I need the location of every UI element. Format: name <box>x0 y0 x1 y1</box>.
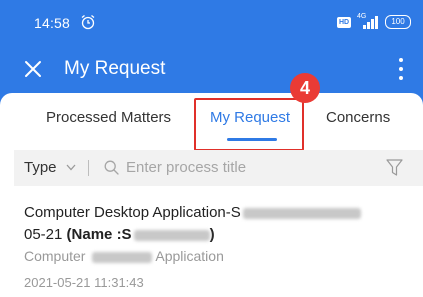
redacted-text <box>242 207 361 219</box>
signal-icon: 4G <box>357 13 379 29</box>
search-icon <box>104 160 119 175</box>
request-title-line: Computer Desktop Application-S <box>24 204 361 221</box>
redacted-text <box>133 229 210 241</box>
search-input[interactable]: Enter process title <box>126 159 246 176</box>
status-time: 14:58 <box>34 15 71 31</box>
filter-funnel-icon[interactable] <box>386 159 403 177</box>
battery-icon: 100 <box>385 15 411 29</box>
more-options-icon[interactable] <box>395 56 407 82</box>
chevron-down-icon[interactable] <box>66 164 76 171</box>
hd-icon: HD <box>337 16 351 28</box>
request-name-line: 05-21 (Name :S) <box>24 226 215 243</box>
annotation-highlight-box <box>194 98 304 151</box>
request-application-line: Computer Application <box>24 248 224 264</box>
filter-bar: Type Enter process title <box>14 150 423 186</box>
redacted-text <box>92 251 153 263</box>
tab-processed-matters[interactable]: Processed Matters <box>46 109 171 126</box>
status-bar: 14:58 HD 4G 100 <box>0 0 423 44</box>
close-icon[interactable] <box>24 60 42 78</box>
name-label: (Name :S <box>66 226 132 243</box>
tab-concerns[interactable]: Concerns <box>326 109 390 126</box>
request-timestamp: 2021-05-21 11:31:43 <box>24 275 144 290</box>
title-bar: My Request <box>0 48 423 92</box>
type-filter-dropdown[interactable]: Type <box>24 159 57 176</box>
step-number-badge: 4 <box>290 73 320 103</box>
alarm-icon <box>81 14 95 30</box>
filter-divider <box>88 160 89 176</box>
page-title: My Request <box>64 58 166 79</box>
